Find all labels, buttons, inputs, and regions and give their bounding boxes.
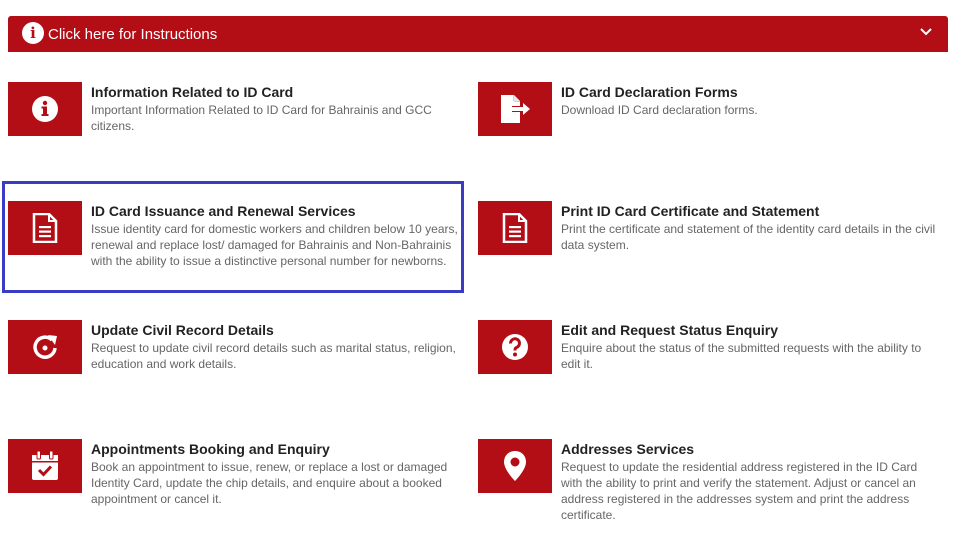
service-description: Book an appointment to issue, renew, or … [91,460,448,506]
service-description: Request to update civil record details s… [91,341,456,371]
service-description: Request to update the residential addres… [561,460,918,522]
service-description: Print the certificate and statement of t… [561,222,936,252]
service-description: Important Information Related to ID Card… [91,103,432,133]
service-card-addresses[interactable]: Addresses Services Request to update the… [478,439,938,539]
question-icon [478,320,552,374]
service-title: ID Card Issuance and Renewal Services [91,203,356,219]
service-card-issuance-renewal[interactable]: ID Card Issuance and Renewal Services Is… [8,201,468,301]
service-card-print-certificate[interactable]: Print ID Card Certificate and Statement … [478,201,938,301]
map-marker-icon [478,439,552,493]
service-description: Download ID Card declaration forms. [561,103,758,117]
service-card-update-civil-record[interactable]: Update Civil Record Details Request to u… [8,320,468,420]
service-title: Information Related to ID Card [91,84,294,100]
info-circle-icon: i [22,22,44,44]
chevron-down-icon [920,28,932,36]
service-card-id-card-info[interactable]: Information Related to ID Card Important… [8,82,468,182]
calendar-check-icon [8,439,82,493]
service-title: Update Civil Record Details [91,322,274,338]
service-description: Enquire about the status of the submitte… [561,341,922,371]
service-title: Appointments Booking and Enquiry [91,441,330,457]
info-icon [8,82,82,136]
service-title: ID Card Declaration Forms [561,84,738,100]
document-icon [478,201,552,255]
instructions-label: Click here for Instructions [48,26,218,43]
refresh-icon [8,320,82,374]
service-description: Issue identity card for domestic workers… [91,222,458,268]
service-title: Addresses Services [561,441,695,457]
document-icon [8,201,82,255]
service-title: Edit and Request Status Enquiry [561,322,779,338]
service-card-declaration-forms[interactable]: ID Card Declaration Forms Download ID Ca… [478,82,938,182]
instructions-toggle[interactable]: i Click here for Instructions [8,16,948,52]
file-export-icon [478,82,552,136]
service-title: Print ID Card Certificate and Statement [561,203,820,219]
service-card-appointments[interactable]: Appointments Booking and Enquiry Book an… [8,439,468,539]
service-card-status-enquiry[interactable]: Edit and Request Status Enquiry Enquire … [478,320,938,420]
